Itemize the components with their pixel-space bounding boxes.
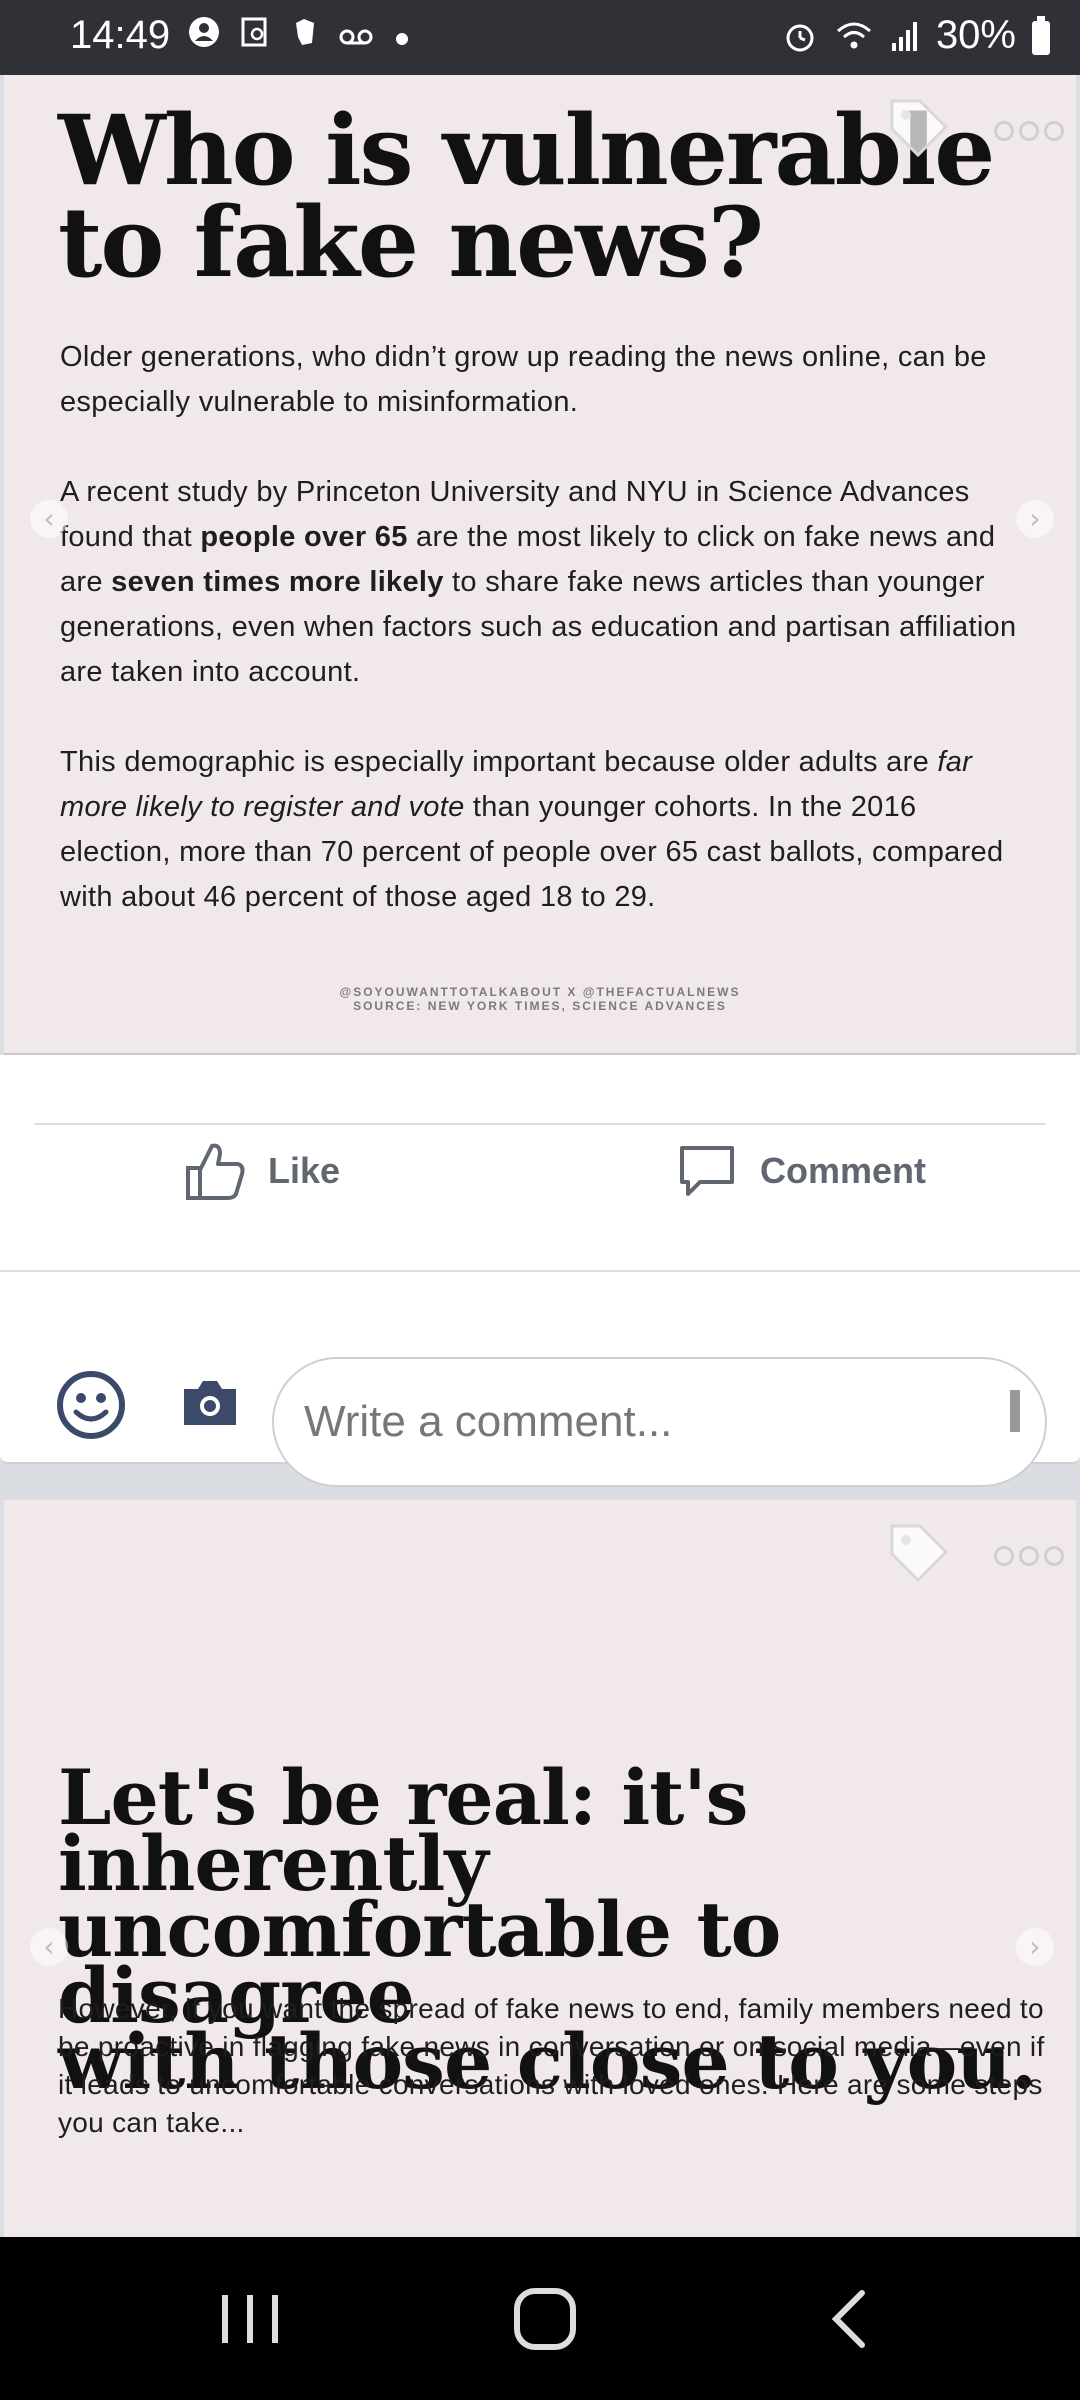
status-time: 14:49 bbox=[70, 13, 171, 57]
prev-image-arrow[interactable]: ‹ bbox=[30, 500, 68, 538]
post1-p2-bold1: people over 65 bbox=[200, 521, 408, 553]
post1-credit-line2: SOURCE: NEW YORK TIMES, SCIENCE ADVANCES bbox=[353, 999, 727, 1013]
tag-icon[interactable] bbox=[884, 1518, 954, 1588]
composer-separator bbox=[0, 1270, 1080, 1272]
comment-button[interactable]: Comment bbox=[676, 1140, 926, 1202]
post2-paragraph-1: However, if you want the spread of fake … bbox=[58, 1993, 1045, 2138]
post-image-2[interactable]: Let's be real: it's inherently uncomfort… bbox=[4, 1500, 1076, 2237]
system-nav-bar bbox=[0, 2237, 1080, 2400]
emoji-icon[interactable] bbox=[56, 1370, 126, 1440]
status-bar: 14:49 30% bbox=[0, 0, 1080, 75]
post1-credit-line1: @SOYOUWANTTOTALKABOUT X @THEFACTUALNEWS bbox=[339, 985, 741, 999]
more-options-icon[interactable] bbox=[994, 121, 1064, 141]
alarm-icon bbox=[786, 24, 814, 51]
status-right-icons: 30% bbox=[782, 13, 1050, 58]
screenshot-icon bbox=[240, 16, 270, 59]
wifi-icon bbox=[836, 22, 871, 48]
next-image-arrow[interactable]: › bbox=[1016, 1928, 1054, 1966]
next-image-arrow[interactable]: › bbox=[1016, 500, 1054, 538]
back-icon[interactable] bbox=[810, 2287, 890, 2351]
post1-paragraph-2: A recent study by Princeton University a… bbox=[60, 470, 1020, 695]
post1-paragraph-1: Older generations, who didn’t grow up re… bbox=[60, 341, 987, 418]
like-label: Like bbox=[268, 1150, 341, 1191]
actions-divider bbox=[34, 1123, 1046, 1125]
recent-apps-icon[interactable] bbox=[210, 2287, 290, 2351]
comment-label: Comment bbox=[760, 1150, 927, 1191]
text-cursor bbox=[1010, 1390, 1020, 1432]
signal-icon bbox=[891, 21, 917, 51]
post1-credit: @SOYOUWANTTOTALKABOUT X @THEFACTUALNEWS … bbox=[4, 985, 1076, 1013]
post1-p3-text1: This demographic is especially important… bbox=[60, 746, 938, 778]
post1-headline-line2: to fake news? bbox=[58, 186, 764, 299]
comment-input[interactable] bbox=[272, 1357, 1047, 1487]
home-icon[interactable] bbox=[505, 2287, 585, 2351]
voicemail-icon bbox=[338, 18, 374, 58]
evernote-icon bbox=[290, 17, 318, 58]
post-image-1[interactable]: Who is vulnerable to fake news? Older ge… bbox=[4, 75, 1076, 1056]
thumbs-up-icon bbox=[186, 1143, 245, 1200]
like-button[interactable]: Like bbox=[184, 1140, 340, 1202]
camera-icon[interactable] bbox=[180, 1375, 240, 1429]
prev-image-arrow[interactable]: ‹ bbox=[30, 1928, 68, 1966]
more-options-icon[interactable] bbox=[994, 1546, 1064, 1566]
comment-composer bbox=[0, 1285, 1080, 1487]
battery-percent: 30% bbox=[935, 13, 1016, 57]
post-actions-panel: Like Comment bbox=[0, 1055, 1080, 1487]
account-icon bbox=[188, 16, 220, 59]
notification-dot-icon bbox=[394, 18, 410, 58]
comment-icon bbox=[680, 1146, 734, 1196]
status-left-icons bbox=[188, 16, 410, 59]
post1-paragraph-3: This demographic is especially important… bbox=[60, 740, 1020, 920]
post1-p2-bold2: seven times more likely bbox=[111, 566, 444, 598]
battery-icon bbox=[1032, 15, 1050, 55]
tag-icon[interactable] bbox=[884, 93, 954, 163]
